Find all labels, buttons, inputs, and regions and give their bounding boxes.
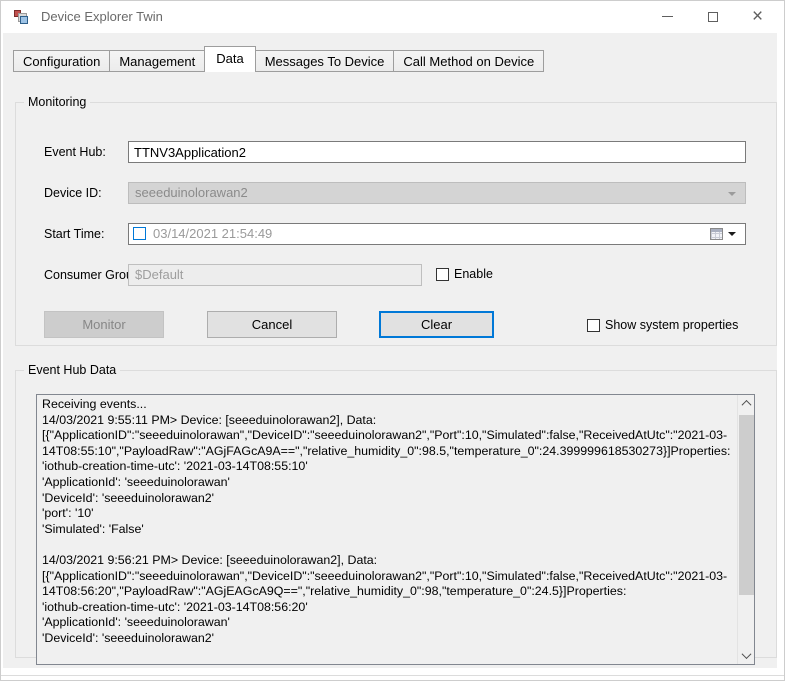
enable-label: Enable [454,267,493,281]
monitoring-groupbox: Monitoring Event Hub: Device ID: seeedui… [15,95,777,346]
caret-down-icon [728,232,736,236]
tab-messages-to-device[interactable]: Messages To Device [256,50,395,72]
tab-configuration[interactable]: Configuration [13,50,110,72]
app-icon [14,9,30,25]
event-hub-data-log[interactable]: Receiving events... 14/03/2021 9:55:11 P… [36,394,755,665]
enable-checkbox[interactable] [436,268,449,281]
monitor-button: Monitor [44,311,164,338]
vertical-scrollbar[interactable] [737,395,754,664]
show-system-properties-row[interactable]: Show system properties [587,318,738,332]
window-title: Device Explorer Twin [41,9,163,24]
calendar-icon [710,228,723,240]
window-controls: × [645,1,780,32]
event-hub-data-legend: Event Hub Data [24,363,120,377]
cancel-button[interactable]: Cancel [207,311,337,338]
close-icon: × [752,12,763,22]
show-system-properties-checkbox[interactable] [587,319,600,332]
scrollbar-thumb[interactable] [739,415,754,595]
event-hub-label: Event Hub: [44,141,106,163]
title-bar: Device Explorer Twin × [1,1,784,33]
start-time-label: Start Time: [44,223,104,245]
start-time-value: 03/14/2021 21:54:49 [153,224,272,244]
start-time-dropdown-button[interactable] [710,226,742,242]
device-id-combobox: seeeduinolorawan2 [128,182,746,204]
tab-data[interactable]: Data [204,46,255,72]
start-time-picker[interactable]: 03/14/2021 21:54:49 [128,223,746,245]
client-area: Configuration Management Data Messages T… [3,33,777,668]
event-hub-input[interactable] [128,141,746,163]
minimize-icon [662,16,673,17]
device-explorer-window: Device Explorer Twin × Configuration Man… [0,0,785,681]
enable-checkbox-row[interactable]: Enable [436,267,493,281]
show-system-properties-label: Show system properties [605,318,738,332]
device-id-label: Device ID: [44,182,102,204]
tab-call-method-on-device[interactable]: Call Method on Device [394,50,544,72]
monitoring-legend: Monitoring [24,95,90,109]
maximize-icon [708,12,718,22]
minimize-button[interactable] [645,1,690,32]
window-bottom-edge [1,675,784,676]
event-log-text: Receiving events... 14/03/2021 9:55:11 P… [37,395,737,664]
scroll-up-button[interactable] [738,395,755,412]
clear-button[interactable]: Clear [379,311,494,338]
close-button[interactable]: × [735,1,780,32]
start-time-checkbox[interactable] [133,227,146,240]
device-id-value: seeeduinolorawan2 [135,185,248,200]
scroll-down-button[interactable] [738,647,755,664]
chevron-up-icon [742,400,752,410]
chevron-down-icon [742,649,752,659]
event-hub-data-groupbox: Event Hub Data Receiving events... 14/03… [15,363,777,658]
consumer-group-input: $Default [128,264,422,286]
tab-management[interactable]: Management [110,50,205,72]
chevron-down-icon [728,192,736,196]
tab-strip: Configuration Management Data Messages T… [13,46,544,72]
maximize-button[interactable] [690,1,735,32]
